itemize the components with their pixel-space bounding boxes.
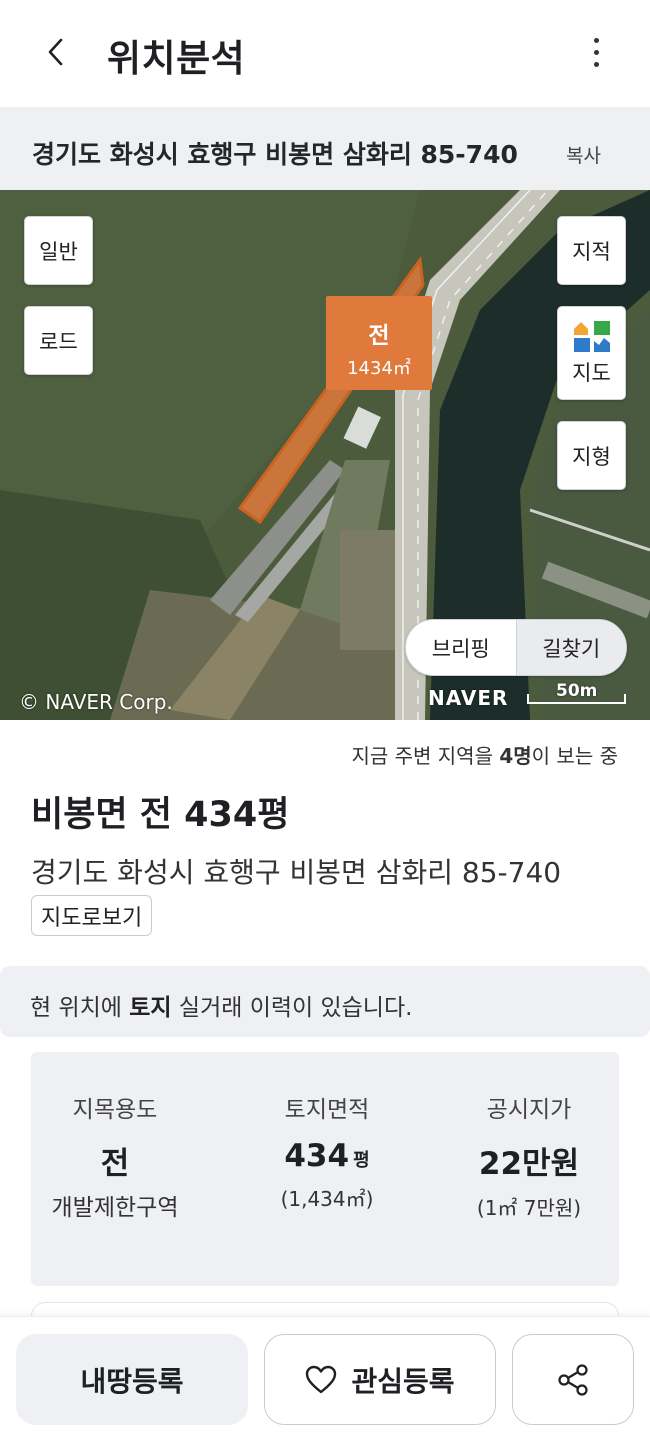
map-layer-button[interactable]: 지도 — [557, 306, 626, 400]
trade-history-notice[interactable]: 현 위치에 토지 실거래 이력이 있습니다. — [0, 966, 650, 1037]
address-text: 경기도 화성시 효행구 비봉면 삼화리 85-740 — [32, 140, 518, 169]
stat-official-price: 공시지가 22만원 (1㎡ 7만원) — [476, 1097, 582, 1220]
back-button[interactable] — [36, 30, 76, 74]
register-my-land-button[interactable]: 내땅등록 — [16, 1334, 248, 1425]
land-title: 비봉면 전 434평 — [31, 795, 290, 835]
copy-button[interactable]: 복사 — [566, 141, 601, 168]
heart-icon — [306, 1365, 337, 1393]
share-button[interactable] — [512, 1334, 634, 1425]
briefing-button[interactable]: 브리핑 — [406, 620, 516, 675]
map-type-general-button[interactable]: 일반 — [24, 216, 93, 285]
viewers-count: 4명 — [499, 744, 532, 768]
parcel-type: 전 — [368, 323, 390, 349]
land-stats-card: 지목용도 전 개발제한구역 토지면적 434 평 (1,434㎡) 공시지가 22… — [31, 1052, 619, 1286]
stat-land-area: 토지면적 434 평 (1,434㎡) — [280, 1097, 374, 1211]
address-bar: 경기도 화성시 효행구 비봉면 삼화리 85-740 복사 — [0, 107, 650, 190]
terrain-toggle-button[interactable]: 지형 — [557, 421, 626, 490]
interest-label: 관심등록 — [351, 1364, 455, 1398]
map-view[interactable]: 일반 로드 지적 지도 지형 전 1434㎡ 브리핑 길찾기 © NAVER C… — [0, 190, 650, 720]
app-header: 위치분석 — [0, 0, 650, 106]
map-type-road-button[interactable]: 로드 — [24, 306, 93, 375]
bottom-action-bar: 내땅등록 관심등록 — [0, 1316, 650, 1440]
stat-land-category: 지목용도 전 개발제한구역 — [51, 1097, 179, 1221]
chevron-left-icon — [48, 38, 63, 66]
view-road-address-button[interactable]: 지도로보기 — [31, 895, 153, 936]
route-button[interactable]: 길찾기 — [515, 620, 626, 675]
more-menu-button[interactable] — [578, 30, 614, 74]
viewers-count-text: 지금 주변 지역을 4명이 보는 중 — [351, 744, 618, 768]
parcel-area: 1434㎡ — [347, 358, 411, 379]
naver-logo: NAVER — [428, 686, 509, 710]
page-title: 위치분석 — [107, 37, 246, 80]
map-scale-bar — [527, 694, 626, 704]
add-interest-button[interactable]: 관심등록 — [264, 1334, 496, 1425]
land-address: 경기도 화성시 효행구 비봉면 삼화리 85-740 — [31, 856, 562, 889]
more-vertical-icon — [593, 37, 599, 43]
cadastral-toggle-button[interactable]: 지적 — [557, 216, 626, 285]
map-layer-label: 지도 — [572, 361, 611, 385]
map-layers-icon — [573, 321, 610, 352]
parcel-marker[interactable]: 전 1434㎡ — [326, 296, 432, 390]
map-copyright: © NAVER Corp. — [19, 690, 173, 714]
map-action-group: 브리핑 길찾기 — [405, 619, 627, 676]
share-icon — [558, 1363, 588, 1396]
